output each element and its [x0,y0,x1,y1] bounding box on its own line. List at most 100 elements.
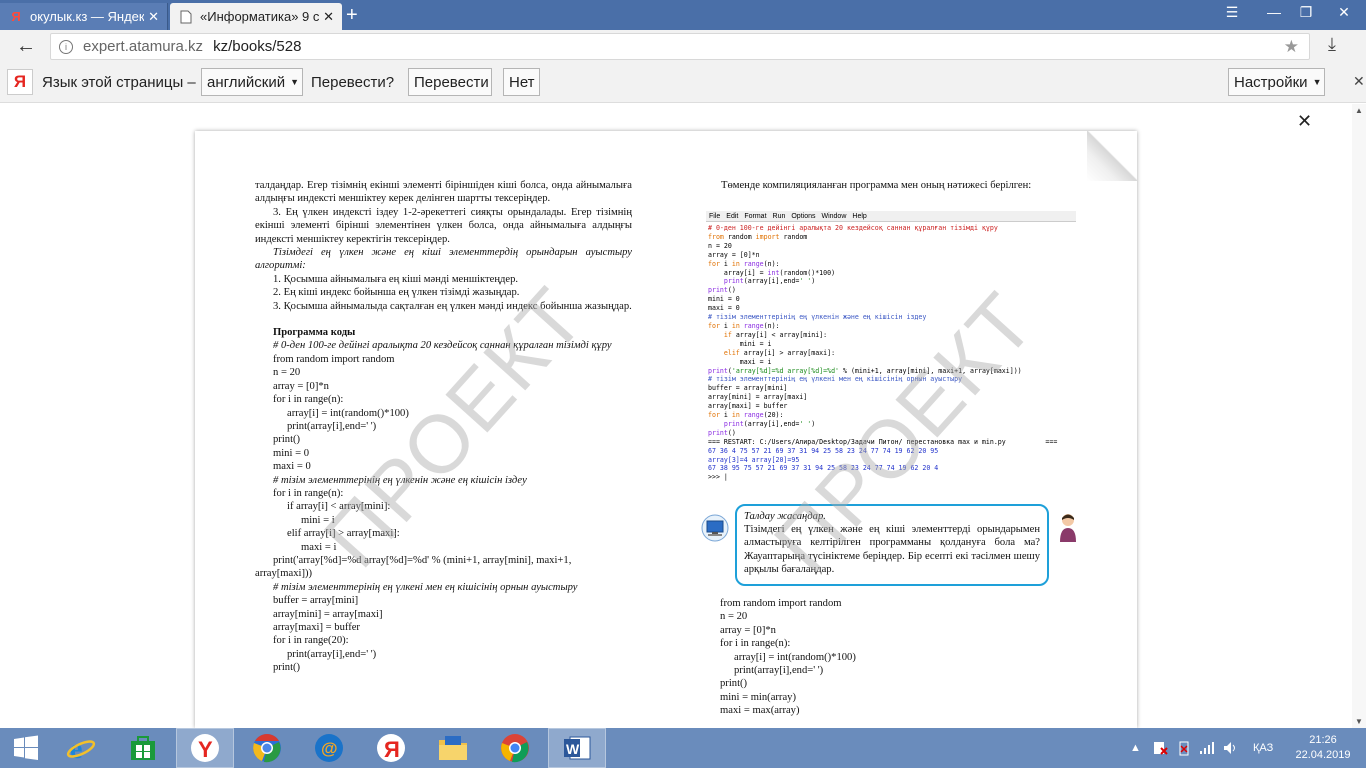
language-select[interactable]: английский ▼ [201,68,303,96]
code-line: print('array[%d]=%d array[%d]=%d' % (min… [273,554,572,566]
back-arrow-icon[interactable]: ← [16,35,36,58]
explorer-icon[interactable] [424,728,482,768]
mail-icon[interactable]: @ [300,728,358,768]
no-button[interactable]: Нет [503,68,540,96]
tab-close-icon[interactable]: ✕ [323,9,334,25]
chrome-icon[interactable] [486,728,544,768]
address-bar: ← i expert.atamura.kz kz/books/528 ★ ⤓ [0,30,1366,63]
svg-text:W: W [566,741,580,757]
language-indicator[interactable]: ҚАЗ [1253,728,1273,768]
code-line: print() [273,662,301,674]
restore-icon[interactable]: ❐ [1292,0,1320,24]
translate-button[interactable]: Перевести [408,68,492,96]
viewer-close-icon[interactable]: ✕ [1297,111,1312,132]
tray-expand-icon[interactable]: ▲ [1130,728,1141,768]
idle-menu-item: Window [821,213,847,220]
translate-question: Перевести? [311,74,395,91]
taskbar: e Y @ Я W ▲ ҚАЗ 21:26 22.04.2019 [0,728,1366,768]
start-icon[interactable] [0,728,52,768]
idle-menu-item: Format [744,213,767,220]
paragraph: 3. Ең үлкен индексті іздеу 1-2-әрекеттег… [255,206,632,245]
close-window-icon[interactable]: ✕ [1326,0,1362,24]
clock-date: 22.04.2019 [1295,749,1351,761]
algorithm-title: Тізімдегі ең үлкен және ең кіші элементт… [255,247,632,272]
idle-menubar: File Edit Format Run Options Window Help [706,211,1076,222]
translate-bar: Я Язык этой страницы – английский ▼ Перев… [0,63,1366,103]
settings-label: Настройки [1234,73,1308,91]
ie-icon[interactable]: e [52,728,110,768]
tab-close-icon[interactable]: ✕ [148,9,159,25]
code-line: array[maxi] = buffer [273,622,360,633]
code-line: for i in range(20): [273,635,349,647]
intro-text: Төменде компиляцияланған программа мен о… [721,180,1032,191]
yandex-translate-icon: Я [7,69,33,95]
paragraph: талдаңдар. Егер тізімнің екінші элементі… [255,180,632,205]
download-icon[interactable]: ⤓ [1328,34,1336,55]
book-page-spread: талдаңдар. Егер тізімнің екінші элементі… [195,131,1137,728]
code-line: elif array[i] > array[maxi]: [287,528,400,540]
code-line: buffer = array[mini] [273,595,359,607]
idle-menu-item: Help [852,213,867,220]
scrollbar[interactable]: ▲ ▼ [1352,104,1366,728]
code-line: print() [720,678,748,690]
clock-time: 21:26 [1309,734,1337,746]
idle-menu-item: Options [791,213,816,220]
step-item: 2. Ең кіші индекс бойынша ең үлкен тізім… [273,287,520,299]
signal-icon[interactable] [1199,728,1215,768]
tab-yandex-search[interactable]: Я окулык.кз — Яндекс: ✕ [0,3,168,30]
code-line: from random import random [720,598,842,609]
idle-menu-item: File [709,213,721,220]
new-tab-icon[interactable]: + [346,5,358,25]
code-line: array[i] = int(random()*100) [734,651,856,663]
settings-button[interactable]: Настройки ▼ [1228,68,1325,96]
idle-menu-item: Run [772,213,786,220]
url-domain: expert.atamura.kz [83,38,204,55]
scroll-up-icon[interactable]: ▲ [1355,106,1363,115]
tab-title: окулык.кз — Яндекс: [30,9,145,24]
url-field[interactable]: i expert.atamura.kz kz/books/528 ★ [50,33,1310,60]
translate-prefix: Язык этой страницы – [42,74,196,91]
chevron-down-icon: ▼ [290,77,300,87]
network-flag-icon[interactable] [1153,728,1169,768]
tab-informatika[interactable]: «Информатика» 9 сы ✕ [170,3,342,30]
menu-icon[interactable]: ☰ [1218,0,1246,24]
page-curl-icon[interactable] [1087,131,1137,181]
language-value: английский [207,73,286,91]
bookmark-star-icon[interactable]: ★ [1284,37,1299,57]
code-line: mini = min(array) [720,691,796,703]
minimize-icon[interactable]: — [1260,0,1288,24]
battery-icon[interactable] [1177,728,1191,768]
svg-text:@: @ [321,739,338,758]
svg-text:Я: Я [384,737,400,762]
info-icon[interactable]: i [59,39,73,54]
chevron-down-icon: ▼ [1312,77,1322,87]
code-line: n = 20 [720,611,748,623]
yandex-icon: Я [11,9,21,24]
code-line: print(array[i],end=' ') [287,648,377,660]
page-icon [178,9,194,25]
code-line: for i in range(n): [720,638,791,650]
translate-close-icon[interactable]: ✕ [1353,73,1365,90]
scroll-down-icon[interactable]: ▼ [1355,717,1363,726]
code-line: maxi = i [301,541,337,553]
yandex-browser-icon[interactable]: Y [176,728,234,768]
svg-text:Y: Y [198,737,213,762]
word-icon[interactable]: W [548,728,606,768]
computer-icon [701,514,729,542]
store-icon[interactable] [114,728,172,768]
code-line: array = [0]*n [720,624,776,636]
code-line: array[maxi])) [255,568,313,580]
student-icon [1060,514,1076,542]
right-page-column: Төменде компиляцияланған программа мен о… [703,179,1081,192]
yandex-icon[interactable]: Я [362,728,420,768]
chromium-icon[interactable] [238,728,296,768]
code-block-2: from random import random n = 20 array = [… [720,597,856,718]
code-line: maxi = max(array) [720,705,800,717]
idle-menu-item: Edit [726,213,739,220]
volume-icon[interactable] [1223,728,1239,768]
tab-title: «Информатика» 9 сы [200,9,320,24]
tab-strip: Я окулык.кз — Яндекс: ✕ «Информатика» 9 … [0,0,1366,30]
clock[interactable]: 21:26 22.04.2019 [1288,733,1358,763]
code-line: print(array[i],end=' ') [734,665,824,677]
url-path: kz/books/528 [213,38,302,55]
